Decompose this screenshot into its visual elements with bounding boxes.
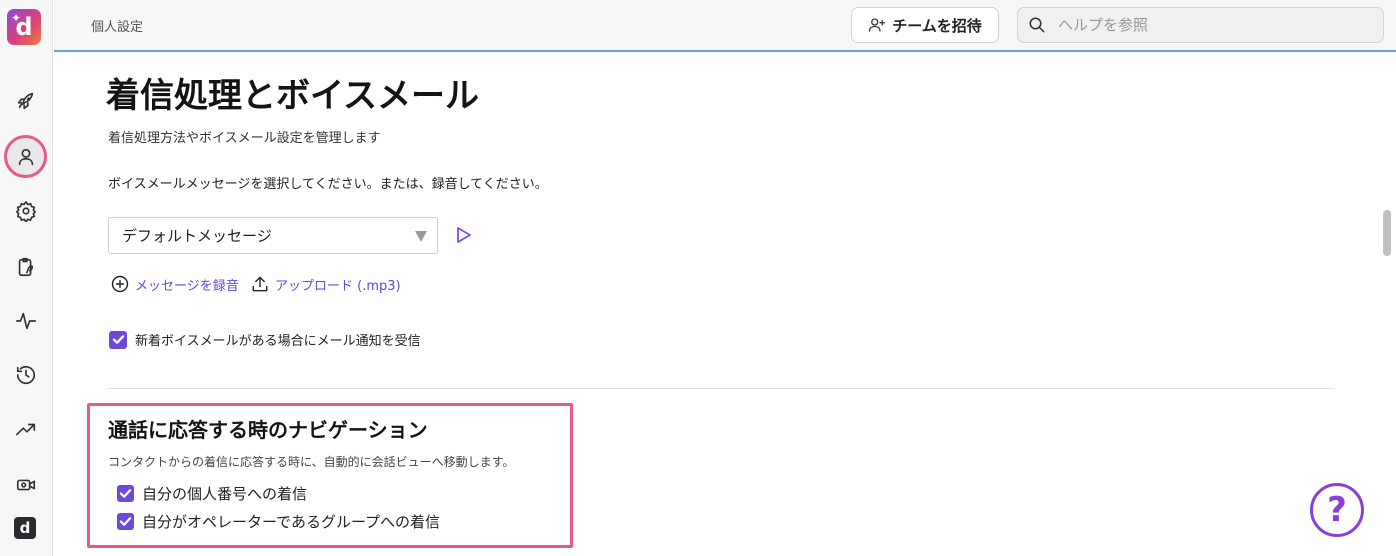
secondary-logo-letter: d bbox=[19, 519, 31, 537]
help-button[interactable]: ? bbox=[1310, 483, 1364, 537]
plus-circle-icon bbox=[111, 275, 129, 293]
history-icon[interactable] bbox=[6, 355, 46, 395]
dropdown-caret-icon bbox=[415, 231, 427, 242]
help-search[interactable] bbox=[1017, 7, 1384, 43]
operator-group-checkbox[interactable] bbox=[117, 513, 134, 530]
page-title: 着信処理とボイスメール bbox=[106, 76, 479, 116]
voicemail-prompt: ボイスメールメッセージを選択してください。または、録音してください。 bbox=[108, 177, 548, 192]
gear-icon[interactable] bbox=[6, 191, 46, 231]
check-icon bbox=[119, 489, 132, 498]
check-icon bbox=[112, 335, 124, 344]
activity-icon[interactable] bbox=[6, 301, 46, 341]
main-content: 着信処理とボイスメール 着信処理方法やボイスメール設定を管理します ボイスメール… bbox=[54, 54, 1380, 556]
search-icon bbox=[1029, 17, 1045, 33]
invite-team-label: チームを招待 bbox=[892, 16, 982, 35]
email-notify-label: 新着ボイスメールがある場合にメール通知を受信 bbox=[135, 334, 421, 349]
play-button[interactable] bbox=[456, 226, 472, 244]
secondary-logo[interactable]: d bbox=[14, 517, 36, 539]
top-bar: 個人設定 チームを招待 bbox=[54, 0, 1396, 52]
play-icon bbox=[457, 227, 471, 243]
sparkle-icon: ✦ bbox=[11, 11, 22, 25]
upload-mp3-link[interactable]: アップロード (.mp3) bbox=[250, 274, 401, 294]
page-subtitle: 着信処理方法やボイスメール設定を管理します bbox=[108, 131, 381, 146]
navigation-section-title: 通話に応答する時のナビゲーション bbox=[108, 418, 428, 442]
voicemail-message-select[interactable]: デフォルトメッセージ bbox=[108, 217, 438, 254]
record-message-link[interactable]: メッセージを録音 bbox=[110, 274, 239, 294]
invite-team-button[interactable]: チームを招待 bbox=[851, 7, 999, 43]
sidebar: ✦ d d bbox=[0, 0, 53, 556]
scrollbar-thumb[interactable] bbox=[1383, 210, 1391, 256]
upload-mp3-label: アップロード (.mp3) bbox=[275, 278, 401, 294]
scrollbar-track[interactable] bbox=[1380, 52, 1396, 556]
operator-group-option[interactable]: 自分がオペレーターであるグループへの着信 bbox=[117, 511, 440, 532]
app-logo[interactable]: ✦ d bbox=[7, 9, 41, 45]
add-user-icon bbox=[869, 18, 886, 32]
voicemail-select-value: デフォルトメッセージ bbox=[122, 227, 272, 245]
clipboard-icon[interactable] bbox=[6, 247, 46, 287]
personal-number-label: 自分の個人番号への着信 bbox=[142, 485, 308, 503]
personal-number-checkbox[interactable] bbox=[117, 485, 134, 502]
email-notify-option[interactable]: 新着ボイスメールがある場合にメール通知を受信 bbox=[109, 330, 421, 349]
record-message-label: メッセージを録音 bbox=[135, 278, 239, 294]
question-mark-icon: ? bbox=[1327, 490, 1347, 530]
upload-icon bbox=[252, 276, 268, 292]
breadcrumb: 個人設定 bbox=[91, 20, 144, 35]
user-icon[interactable] bbox=[4, 135, 47, 178]
section-divider bbox=[108, 388, 1335, 389]
personal-number-option[interactable]: 自分の個人番号への着信 bbox=[117, 483, 307, 504]
email-notify-checkbox[interactable] bbox=[109, 330, 127, 349]
operator-group-label: 自分がオペレーターであるグループへの着信 bbox=[142, 513, 441, 531]
video-settings-icon[interactable] bbox=[6, 465, 46, 505]
trending-icon[interactable] bbox=[6, 410, 46, 450]
navigation-section-description: コンタクトからの着信に応答する時に、自動的に会話ビューへ移動します。 bbox=[108, 455, 515, 469]
help-search-input[interactable] bbox=[1058, 16, 1358, 34]
rocket-icon[interactable] bbox=[6, 81, 46, 121]
check-icon bbox=[119, 517, 132, 526]
